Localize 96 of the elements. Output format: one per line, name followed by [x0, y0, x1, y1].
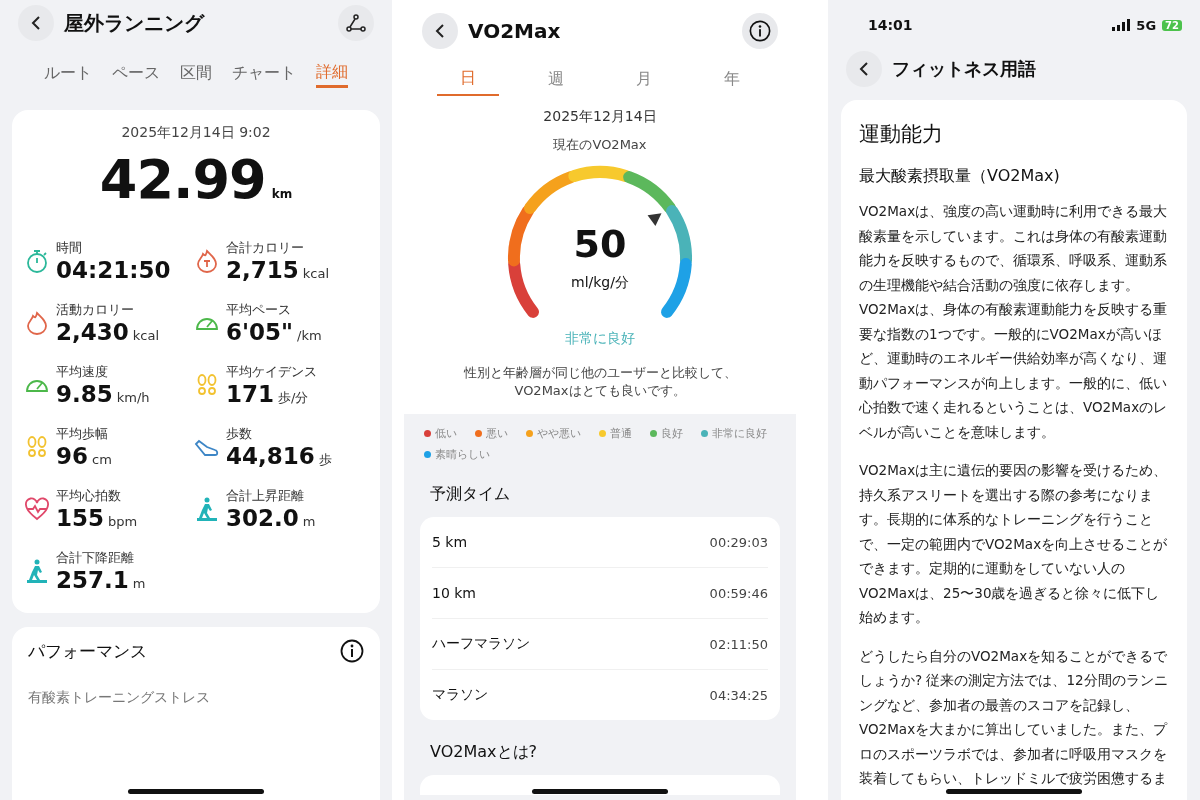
stat-unit: /km [297, 328, 322, 343]
stat-unit: 歩 [318, 451, 332, 469]
rating-label: 非常に良好 [565, 330, 635, 348]
stat-unit: m [302, 514, 316, 529]
battery-level: 72 [1162, 19, 1182, 31]
article-paragraph: VO2Maxは、強度の高い運動時に利用できる最大酸素量を示しています。これは身体の有酸素運動能力を反映するもので、循環系、呼吸系、運動系の生理機能や結合活動の強度に依存します。 [859, 202, 1169, 295]
info-button[interactable] [742, 13, 778, 49]
gauge-pointer [647, 213, 662, 226]
vo2max-value: 50 [573, 222, 627, 266]
stat-value: 302.0 [226, 505, 299, 531]
distance-value: 42.99 [99, 148, 266, 211]
stat-label: 活動カロリー [56, 301, 135, 319]
signal-icon [1112, 19, 1131, 31]
stat-value: 96 [56, 443, 88, 469]
tab[interactable]: ペース [112, 62, 160, 88]
stat-label: 平均ケイデンス [226, 363, 317, 381]
race-name: 5 km [432, 534, 468, 550]
description-text: VO2Maxはとても良いです。 [514, 382, 686, 400]
back-button[interactable] [846, 51, 882, 87]
back-icon [858, 61, 870, 77]
stat-label: 合計カロリー [226, 239, 305, 257]
gauge-segment [661, 258, 692, 318]
description-text: 性別と年齢層が同じ他のユーザーと比較して、 [463, 364, 737, 382]
section-title: 予測タイム [430, 484, 511, 505]
legend-label: やや悪い [537, 426, 581, 441]
tab[interactable]: ルート [44, 62, 92, 88]
route-button[interactable] [338, 5, 374, 41]
back-icon [30, 15, 42, 31]
screen-title: 屋外ランニング [64, 9, 204, 37]
stat-unit: cm [92, 452, 112, 467]
predicted-time: 00:59:46 [709, 585, 768, 601]
stat-unit: bpm [108, 514, 138, 529]
stat-value: 6'05" [226, 319, 294, 345]
stat-value: 257.1 [56, 567, 129, 593]
tab[interactable]: 週 [525, 66, 587, 96]
article-paragraph: どうしたら自分のVO2Maxを知ることができるでしょうか? 従来の測定方法では、12分間のランニングなど、参加者の最善のスコアを記録し、VO2Maxを大まかに算出していました。また、プロのスポーツラボでは、参加者に呼吸用マスクを装着してもらい、トレッドミルで疲労困憊するま [859, 646, 1169, 788]
race-name: 10 km [432, 585, 476, 601]
section-title: VO2Maxとは? [430, 742, 538, 763]
predicted-time: 02:11:50 [709, 636, 768, 652]
stat-value: 2,715 [226, 257, 299, 283]
article-paragraph: VO2Maxは、身体の有酸素運動能力を反映する重要な指数の1つです。一般的にVO2Maxが高いほど、運動時のエネルギー供給効率が高くなり、運動パフォーマンスが向上します。一般的に、低い心拍数で速く走れるということは、VO2Maxのレベルが高いことを意味します。 [859, 300, 1169, 442]
predicted-time: 04:34:25 [709, 687, 768, 703]
stat-label: 合計下降距離 [56, 549, 135, 567]
stat-label: 合計上昇距離 [226, 487, 305, 505]
predicted-time: 00:29:03 [709, 534, 768, 550]
stat-unit: kcal [132, 328, 160, 343]
info-icon [749, 20, 771, 42]
tab[interactable]: 日 [437, 66, 499, 96]
screen-title: VO2Max [468, 19, 561, 43]
info-icon[interactable] [340, 639, 364, 663]
article-paragraph: VO2Maxは主に遺伝的要因の影響を受けるため、持久系アスリートを選出する際の参考になります。長期的に体系的なトレーニングを行うことで、一定の範囲内でVO2Maxを向上させることができます。定期的に運動をしていない人のVO2Maxは、25〜30歳を過ぎると徐々に低下し始めます。 [859, 461, 1169, 627]
stat-label: 歩数 [226, 425, 253, 443]
tab[interactable]: チャート [232, 62, 296, 88]
stat-label: 平均速度 [56, 363, 109, 381]
section-title: パフォーマンス [28, 639, 147, 663]
gauge-caption: 現在のVO2Max [553, 136, 647, 154]
stat-label: 平均歩幅 [56, 425, 109, 443]
tab[interactable]: 詳細 [316, 62, 348, 88]
status-time: 14:01 [868, 17, 913, 33]
stat-value: 2,430 [56, 319, 129, 345]
stat-value: 155 [56, 505, 104, 531]
screen-title: フィットネス用語 [892, 57, 1036, 81]
race-name: マラソン [432, 686, 488, 704]
race-name: ハーフマラソン [432, 635, 530, 653]
measurement-date: 2025年12月14日 [543, 108, 657, 126]
stat-label: 時間 [56, 239, 83, 257]
legend-label: 良好 [661, 426, 683, 441]
workout-date: 2025年12月14日 9:02 [120, 124, 272, 142]
legend-label: 悪い [486, 426, 508, 441]
network-label: 5G [1136, 17, 1157, 33]
legend-label: 普通 [610, 426, 632, 441]
stat-value: 04:21:50 [56, 257, 171, 283]
back-button[interactable] [18, 5, 54, 41]
tab[interactable]: 区間 [180, 62, 212, 88]
stat-value: 9.85 [56, 381, 113, 407]
legend-label: 素晴らしい [435, 447, 490, 462]
back-icon [434, 23, 446, 39]
back-button[interactable] [422, 13, 458, 49]
route-icon [346, 14, 366, 32]
vo2max-unit: ml/kg/分 [571, 274, 629, 292]
tab[interactable]: 月 [613, 66, 675, 96]
legend-label: 低い [435, 426, 457, 441]
legend-label: 非常に良好 [712, 426, 767, 441]
stat-value: 44,816 [226, 443, 315, 469]
stat-unit: kcal [302, 266, 330, 281]
article-heading: 運動能力 [859, 121, 944, 148]
stat-unit: m [132, 576, 146, 591]
stat-label: 平均ペース [226, 301, 292, 319]
article-subheading: 最大酸素摂取量（VO2Max) [859, 166, 1061, 187]
stat-value: 171 [226, 381, 274, 407]
stat-label: 平均心拍数 [56, 487, 122, 505]
stat-unit: 歩/分 [278, 389, 309, 407]
distance-unit: km [271, 187, 293, 201]
tab[interactable]: 年 [701, 66, 763, 96]
metric-label: 有酸素トレーニングストレス [28, 689, 210, 707]
stat-unit: km/h [116, 390, 150, 405]
